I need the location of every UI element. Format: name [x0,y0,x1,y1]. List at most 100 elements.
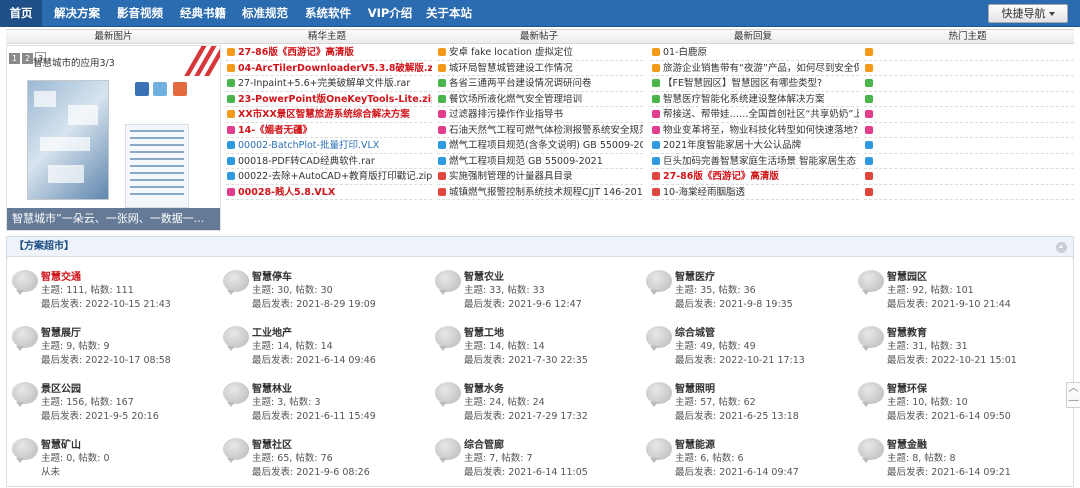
board-bubble-icon[interactable] [223,326,249,351]
board-name[interactable]: 景区公园 [41,380,81,395]
list-item-title[interactable]: 石油天然气工程可燃气体检测报警系统安全规范 [449,125,643,136]
list-item[interactable]: 00022-去除+AutoCAD+教育版打印戳记.zip [226,169,432,185]
list-item-title[interactable]: 2021年度智能家居十大公认品牌 [663,140,801,151]
board-name[interactable]: 智慧矿山 [41,436,81,451]
list-item[interactable]: 01-白鹿原 [651,45,859,61]
board-bubble-icon[interactable] [858,270,884,295]
board-name[interactable]: 智慧交通 [41,268,81,283]
board-name[interactable]: 智慧金融 [887,436,927,451]
board-last-post[interactable]: 最后发表: 2021-6-14 09:46 [252,352,376,366]
board-bubble-icon[interactable] [646,270,672,295]
list-item[interactable]: 27-86版《西游记》高清版 [651,169,859,185]
list-item-title[interactable]: 00022-去除+AutoCAD+教育版打印戳记.zip [238,171,432,182]
board-last-post[interactable]: 最后发表: 2021-6-11 15:49 [252,408,376,422]
forum-section-title[interactable]: 【方案超市】 [14,237,74,257]
board-name[interactable]: 智慧照明 [675,380,715,395]
list-item-title[interactable]: 安卓 fake location 虚拟定位 [449,47,573,58]
list-item[interactable]: 旅游企业销售带有“夜游”产品，如何尽到安全保 [651,61,859,76]
list-item-title[interactable]: 智慧医疗智能化系统建设整体解决方案 [663,94,825,105]
board-last-post[interactable]: 最后发表: 2022-10-21 15:01 [887,352,1017,366]
list-item[interactable] [864,45,1074,61]
list-item[interactable]: 27-86版《西游记》高清版 [226,45,432,61]
back-to-top-icon[interactable]: ︿ ― [1066,382,1080,408]
board-bubble-icon[interactable] [223,270,249,295]
board-name[interactable]: 智慧水务 [464,380,504,395]
list-item[interactable]: 燃气工程项目规范(含条文说明) GB 55009-2021 [437,138,643,154]
list-item[interactable]: XX市XX景区智慧旅游系统综合解决方案 [226,107,432,123]
list-item[interactable]: 过滤器排污操作作业指导书 [437,107,643,123]
list-item[interactable]: 23-PowerPoint版OneKeyTools-Lite.zip [226,92,432,107]
board-name[interactable]: 智慧能源 [675,436,715,451]
board-last-post[interactable]: 最后发表: 2022-10-21 17:13 [675,352,805,366]
list-item[interactable] [864,123,1074,138]
list-item-title[interactable]: 巨头加码完善智慧家庭生活场景 智能家居生态 [663,156,856,167]
board-last-post[interactable]: 最后发表: 2021-7-29 17:32 [464,408,588,422]
board-bubble-icon[interactable] [435,382,461,407]
board-last-post[interactable]: 最后发表: 2022-10-15 21:43 [41,296,171,310]
nav-books[interactable]: 经典书籍 [176,0,230,27]
board-bubble-icon[interactable] [435,326,461,351]
board-bubble-icon[interactable] [646,438,672,463]
board-bubble-icon[interactable] [435,438,461,463]
list-item-title[interactable]: 04-ArcTilerDownloaderV5.3.8破解版.zip [238,63,432,74]
list-item[interactable]: 【FE智慧园区】智慧园区有哪些类型? [651,76,859,92]
board-bubble-icon[interactable] [223,438,249,463]
list-item[interactable]: 14-《媚者无疆》 [226,123,432,138]
board-last-post[interactable]: 最后发表: 2022-10-17 08:58 [41,352,171,366]
list-item[interactable] [864,138,1074,154]
board-last-post[interactable]: 最后发表: 2021-6-14 09:21 [887,464,1011,478]
board-name[interactable]: 综合管廊 [464,436,504,451]
nav-software[interactable]: 系统软件 [300,0,356,27]
board-last-post[interactable]: 最后发表: 2021-9-5 20:16 [41,408,159,422]
board-bubble-icon[interactable] [12,326,38,351]
board-last-post[interactable]: 最后发表: 2021-6-14 09:47 [675,464,799,478]
list-item[interactable]: 2021年度智能家居十大公认品牌 [651,138,859,154]
board-bubble-icon[interactable] [858,438,884,463]
board-last-post[interactable]: 最后发表: 2021-6-25 13:18 [675,408,799,422]
list-item-title[interactable]: 帮接送、帮带娃……全国首创社区“共享奶奶”上 [663,109,859,120]
nav-standards[interactable]: 标准规范 [238,0,292,27]
slide-caption[interactable]: 智慧城市”一朵云、一张网、一数据一... [7,208,220,230]
board-last-post[interactable]: 从未 [41,464,60,478]
list-item[interactable] [864,154,1074,169]
slide-tab-1[interactable]: 1 [9,53,20,64]
list-item[interactable]: 石油天然气工程可燃气体检测报警系统安全规范 [437,123,643,138]
board-last-post[interactable]: 最后发表: 2021-9-6 08:26 [252,464,370,478]
image-slideshow[interactable]: 123 智慧城市的应用3/3 智慧城市”一朵云、一张网、一数据一... [6,45,221,231]
slide-tab-2[interactable]: 2 [22,53,33,64]
list-item-title[interactable]: 27-86版《西游记》高清版 [238,47,354,58]
list-item-title[interactable]: 过滤器排污操作作业指导书 [449,109,563,120]
list-item-title[interactable]: 27-Inpaint+5.6+完美破解单文件版.rar [238,78,410,89]
board-name[interactable]: 智慧园区 [887,268,927,283]
list-item-title[interactable]: 城环局智慧城管建设工作情况 [449,63,573,74]
nav-about[interactable]: 关于本站 [424,0,474,27]
board-name[interactable]: 工业地产 [252,324,292,339]
list-item[interactable]: 餐饮场所液化燃气安全管理培训 [437,92,643,107]
list-item[interactable] [864,169,1074,185]
list-item[interactable]: 00028-贱人5.8.VLX [226,185,432,200]
list-item[interactable]: 安卓 fake location 虚拟定位 [437,45,643,61]
list-item[interactable]: 城环局智慧城管建设工作情况 [437,61,643,76]
board-last-post[interactable]: 最后发表: 2021-6-14 09:50 [887,408,1011,422]
list-item-title[interactable]: 城镇燃气报警控制系统技术规程CJJT 146-2011 [449,187,643,198]
list-item[interactable]: 10-海棠经雨胭脂透 [651,185,859,200]
board-name[interactable]: 智慧工地 [464,324,504,339]
list-item[interactable]: 燃气工程项目规范 GB 55009-2021 [437,154,643,169]
board-bubble-icon[interactable] [858,326,884,351]
list-item[interactable] [864,61,1074,76]
list-item[interactable]: 各省三通两平台建设情况调研问卷 [437,76,643,92]
board-name[interactable]: 智慧农业 [464,268,504,283]
list-item[interactable] [864,107,1074,123]
nav-vip[interactable]: VIP介绍 [362,0,418,27]
list-item-title[interactable]: 燃气工程项目规范 GB 55009-2021 [449,156,603,167]
board-name[interactable]: 智慧停车 [252,268,292,283]
list-item-title[interactable]: 14-《媚者无疆》 [238,125,312,136]
list-item-title[interactable]: 00018-PDF转CAD经典软件.rar [238,156,375,167]
board-bubble-icon[interactable] [223,382,249,407]
board-last-post[interactable]: 最后发表: 2021-9-8 19:35 [675,296,793,310]
list-item-title[interactable]: 00002-BatchPlot-批量打印.VLX [238,140,379,151]
list-item[interactable]: 城镇燃气报警控制系统技术规程CJJT 146-2011 [437,185,643,200]
board-last-post[interactable]: 最后发表: 2021-9-10 21:44 [887,296,1011,310]
board-name[interactable]: 综合城管 [675,324,715,339]
list-item[interactable]: 00018-PDF转CAD经典软件.rar [226,154,432,169]
